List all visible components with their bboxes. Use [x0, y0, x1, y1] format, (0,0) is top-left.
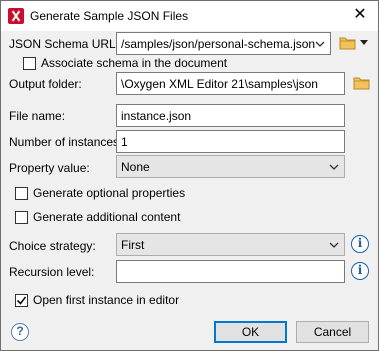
- ok-button[interactable]: OK: [214, 321, 287, 343]
- choice-strategy-value: First: [121, 238, 145, 252]
- choice-strategy-info-icon[interactable]: i: [351, 235, 369, 253]
- schema-url-label: JSON Schema URL:: [9, 37, 120, 51]
- chevron-down-icon: [315, 41, 325, 47]
- output-folder-label: Output folder:: [9, 77, 82, 91]
- generate-optional-label: Generate optional properties: [33, 186, 186, 200]
- recursion-level-info-icon[interactable]: i: [351, 262, 369, 280]
- window-title: Generate Sample JSON Files: [30, 9, 189, 23]
- folder-icon[interactable]: [339, 36, 356, 50]
- instances-field[interactable]: 1: [116, 130, 345, 153]
- instances-value: 1: [121, 135, 128, 149]
- property-value-combo[interactable]: None: [116, 155, 345, 178]
- output-folder-field[interactable]: \Oxygen XML Editor 21\samples\json: [116, 72, 345, 95]
- property-value-label: Property value:: [9, 161, 90, 175]
- choice-strategy-combo[interactable]: First: [116, 233, 345, 256]
- help-icon[interactable]: ?: [11, 323, 29, 341]
- cancel-button[interactable]: Cancel: [296, 321, 369, 343]
- choice-strategy-label: Choice strategy:: [9, 239, 96, 253]
- associate-schema-label: Associate schema in the document: [41, 56, 228, 70]
- generate-additional-label: Generate additional content: [33, 210, 181, 224]
- generate-additional-checkbox[interactable]: [15, 211, 28, 224]
- chevron-down-icon: [329, 164, 339, 170]
- recursion-level-field[interactable]: [116, 260, 345, 283]
- instances-label: Number of instances:: [9, 135, 123, 149]
- open-first-instance-checkbox[interactable]: [15, 294, 28, 307]
- schema-url-value: /samples/json/personal-schema.json: [121, 37, 316, 51]
- generate-sample-json-dialog: Generate Sample JSON Files ✕ JSON Schema…: [0, 0, 379, 351]
- browse-folder-icon[interactable]: [353, 76, 370, 90]
- file-name-label: File name:: [9, 109, 66, 123]
- chevron-down-icon: [329, 242, 339, 248]
- close-icon[interactable]: ✕: [352, 7, 368, 23]
- output-folder-value: \Oxygen XML Editor 21\samples\json: [121, 77, 318, 91]
- open-first-instance-label: Open first instance in editor: [33, 293, 180, 307]
- oxygen-app-icon: [8, 8, 24, 24]
- schema-url-combo[interactable]: /samples/json/personal-schema.json: [116, 32, 331, 55]
- recursion-level-label: Recursion level:: [9, 265, 95, 279]
- associate-schema-checkbox[interactable]: [23, 57, 36, 70]
- dropdown-arrow-icon[interactable]: [360, 40, 368, 46]
- generate-optional-checkbox[interactable]: [15, 187, 28, 200]
- title-bar: Generate Sample JSON Files ✕: [1, 1, 378, 31]
- file-name-field[interactable]: instance.json: [116, 104, 345, 127]
- file-name-value: instance.json: [121, 109, 192, 123]
- checkmark-icon: [16, 296, 27, 305]
- property-value-value: None: [121, 160, 150, 174]
